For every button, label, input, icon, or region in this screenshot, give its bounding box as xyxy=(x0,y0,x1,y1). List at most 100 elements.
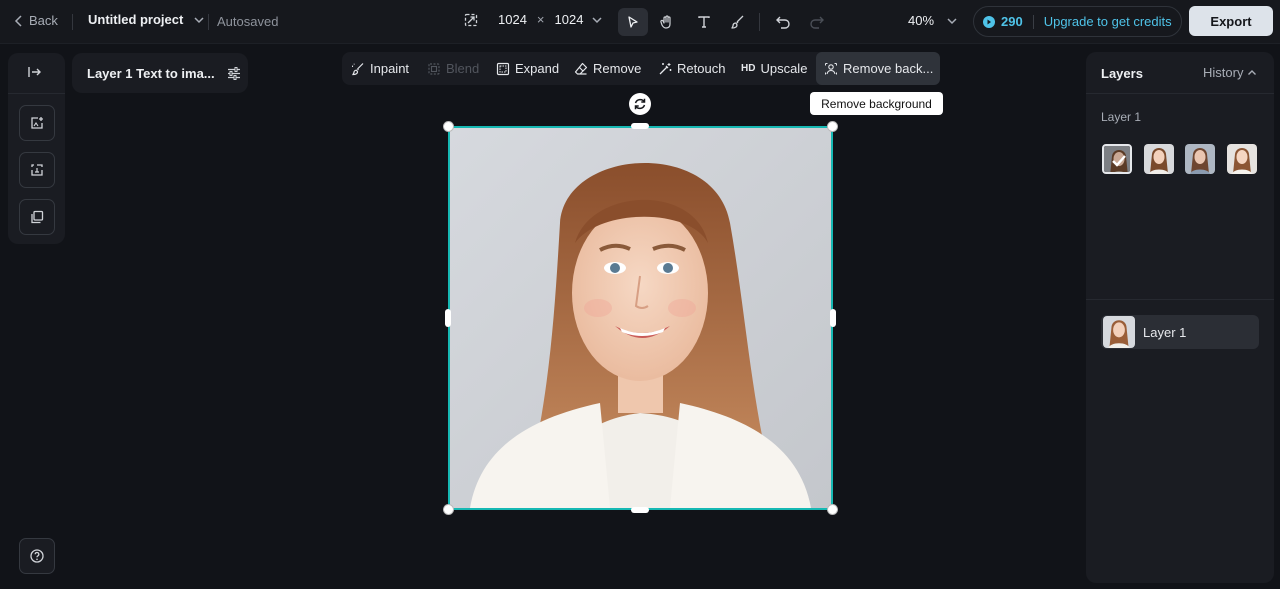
text-tool-button[interactable] xyxy=(689,8,719,36)
undo-button[interactable] xyxy=(768,8,798,36)
history-tab[interactable]: History xyxy=(1203,65,1257,80)
resize-handle-top[interactable] xyxy=(631,123,649,129)
zoom-dropdown[interactable]: 40% xyxy=(908,13,958,28)
portrait-thumbnail xyxy=(1185,144,1215,174)
expand-panel-button[interactable] xyxy=(27,65,43,79)
resize-handle-right[interactable] xyxy=(830,309,836,327)
remove-label: Remove xyxy=(593,61,642,76)
upgrade-link[interactable]: Upgrade to get credits xyxy=(1044,14,1172,29)
select-icon xyxy=(626,15,640,29)
redo-button[interactable] xyxy=(802,8,832,36)
layer-properties-panel[interactable]: Layer 1 Text to ima... xyxy=(72,53,248,93)
divider xyxy=(72,14,73,30)
resize-handle-bottom-right[interactable] xyxy=(827,504,838,515)
variation-thumbnail-3[interactable] xyxy=(1185,144,1215,174)
rotate-handle[interactable] xyxy=(629,93,651,115)
layer-list-item[interactable]: Layer 1 xyxy=(1101,315,1259,349)
canvas-width: 1024 xyxy=(498,12,527,27)
text-icon xyxy=(697,15,711,29)
canvas-size-dropdown[interactable]: 1024 × 1024 xyxy=(464,12,603,27)
credits-pill[interactable]: 290 Upgrade to get credits xyxy=(973,6,1182,37)
portrait-thumbnail xyxy=(1104,146,1130,172)
canvas-image[interactable] xyxy=(448,126,833,510)
image-edit-toolbar: Inpaint Blend Expand Remove Retouch HD U… xyxy=(342,52,940,85)
help-icon xyxy=(29,548,45,564)
chevron-down-icon xyxy=(591,16,603,24)
layer-thumbnail xyxy=(1103,316,1135,348)
undo-icon xyxy=(775,15,791,29)
remove-button[interactable]: Remove xyxy=(566,52,649,85)
divider xyxy=(208,14,209,30)
variation-thumbnail-1[interactable] xyxy=(1102,144,1132,174)
upscale-button[interactable]: HD Upscale xyxy=(733,52,815,85)
chevron-left-icon xyxy=(14,14,24,27)
portrait-thumbnail xyxy=(1227,144,1257,174)
inpaint-icon xyxy=(351,62,365,76)
layers-stack-button[interactable] xyxy=(19,199,55,235)
inpaint-label: Inpaint xyxy=(370,61,410,76)
inpaint-button[interactable]: Inpaint xyxy=(343,52,417,85)
image-edit-icon xyxy=(29,162,45,178)
project-name-dropdown[interactable]: Untitled project xyxy=(88,12,205,27)
divider xyxy=(1086,93,1274,94)
text-to-image-button[interactable] xyxy=(19,152,55,188)
portrait-thumbnail xyxy=(1103,316,1135,348)
blend-label: Blend xyxy=(446,61,480,76)
credit-count: 290 xyxy=(1001,14,1023,29)
chevron-down-icon xyxy=(193,16,205,24)
hand-icon xyxy=(659,14,675,30)
history-label: History xyxy=(1203,65,1244,80)
expand-button[interactable]: Expand xyxy=(488,52,567,85)
brush-tool-button[interactable] xyxy=(723,8,753,36)
back-button[interactable]: Back xyxy=(14,13,58,28)
resize-handle-top-right[interactable] xyxy=(827,121,838,132)
select-tool-button[interactable] xyxy=(618,8,648,36)
left-tool-rail xyxy=(8,53,65,244)
chevron-down-icon xyxy=(946,17,958,25)
right-panel: Layers History Layer 1 Layer 1 xyxy=(1086,52,1274,583)
redo-icon xyxy=(809,15,825,29)
eraser-icon xyxy=(574,62,588,76)
layer-tag-label: Layer 1 Text to ima... xyxy=(87,65,215,81)
variation-thumbnail-2[interactable] xyxy=(1144,144,1174,174)
image-add-icon xyxy=(29,115,45,131)
top-bar: Back Untitled project Autosaved 1024 × 1… xyxy=(0,0,1280,44)
layers-tab[interactable]: Layers xyxy=(1101,66,1143,81)
tooltip: Remove background xyxy=(810,92,943,115)
credit-coin-icon xyxy=(983,15,995,28)
divider xyxy=(1086,299,1274,300)
variation-thumbnail-4[interactable] xyxy=(1227,144,1257,174)
portrait-image xyxy=(450,128,831,508)
blend-icon xyxy=(427,62,441,76)
project-name: Untitled project xyxy=(88,12,184,27)
back-label: Back xyxy=(29,13,58,28)
divider xyxy=(1032,14,1034,29)
remove-background-button[interactable]: Remove back... xyxy=(816,52,940,85)
divider xyxy=(759,13,760,31)
resize-icon xyxy=(464,13,478,27)
divider xyxy=(8,93,65,94)
blend-button[interactable]: Blend xyxy=(419,52,487,85)
layers-icon xyxy=(29,209,45,225)
export-button[interactable]: Export xyxy=(1189,6,1273,36)
brush-icon xyxy=(730,14,746,30)
zoom-level: 40% xyxy=(908,13,935,28)
canvas-height: 1024 xyxy=(554,12,584,27)
retouch-label: Retouch xyxy=(677,61,726,76)
resize-handle-bottom-left[interactable] xyxy=(443,504,454,515)
rotate-icon xyxy=(633,97,647,111)
save-status: Autosaved xyxy=(217,14,279,29)
adjust-sliders-icon[interactable] xyxy=(227,66,241,80)
resize-handle-top-left[interactable] xyxy=(443,121,454,132)
expand-label: Expand xyxy=(515,61,560,76)
resize-handle-left[interactable] xyxy=(445,309,451,327)
remove-background-icon xyxy=(824,62,838,76)
help-button[interactable] xyxy=(19,538,55,574)
add-image-button[interactable] xyxy=(19,105,55,141)
resize-handle-bottom[interactable] xyxy=(631,507,649,513)
size-separator: × xyxy=(536,12,545,27)
retouch-button[interactable]: Retouch xyxy=(650,52,733,85)
hand-tool-button[interactable] xyxy=(652,8,682,36)
portrait-thumbnail xyxy=(1144,144,1174,174)
remove-background-label: Remove back... xyxy=(843,61,934,76)
